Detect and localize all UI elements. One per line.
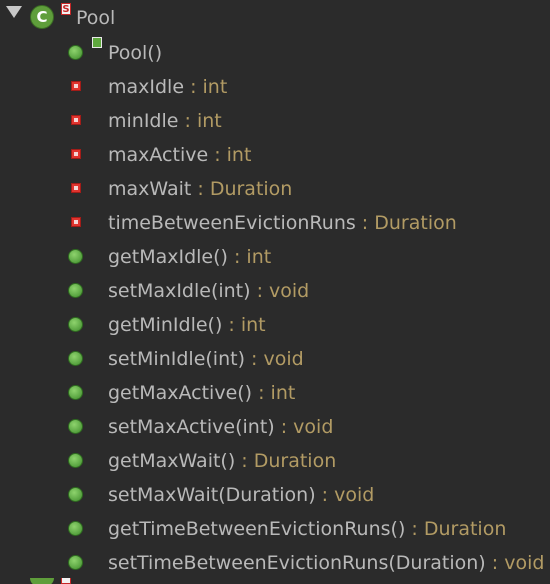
member-label: maxIdle : int	[108, 76, 227, 98]
method-icon	[68, 283, 83, 298]
method-icon	[68, 487, 83, 502]
field-icon	[71, 115, 81, 125]
member-name: Pool()	[108, 42, 163, 64]
member-name: getMaxWait()	[108, 450, 236, 472]
member-row[interactable]: timeBetweenEvictionRuns : Duration	[0, 207, 550, 237]
method-icon	[68, 351, 83, 366]
class-icon: C	[30, 5, 54, 29]
member-row[interactable]: maxWait : Duration	[0, 173, 550, 203]
member-row[interactable]: setMinIdle(int) : void	[0, 343, 550, 373]
member-label: getMaxActive() : int	[108, 382, 295, 404]
member-row[interactable]: getMaxIdle() : int	[0, 241, 550, 271]
member-label: setTimeBetweenEvictionRuns(Duration) : v…	[108, 552, 544, 574]
static-badge-icon-partial	[61, 578, 71, 584]
member-type: : int	[227, 246, 272, 268]
member-row[interactable]: setMaxActive(int) : void	[0, 411, 550, 441]
member-label: setMaxWait(Duration) : void	[108, 484, 374, 506]
class-name: Pool	[76, 7, 116, 29]
member-type: : Duration	[355, 212, 457, 234]
member-label: Pool()	[108, 42, 162, 64]
member-name: setMinIdle(int)	[108, 348, 245, 370]
member-type: : int	[184, 76, 228, 98]
member-row[interactable]: minIdle : int	[0, 105, 550, 135]
member-row[interactable]: getMaxWait() : Duration	[0, 445, 550, 475]
member-name: getMinIdle()	[108, 314, 223, 336]
field-icon	[71, 183, 81, 193]
static-badge-icon: S	[61, 3, 71, 15]
member-label: getMinIdle() : int	[108, 314, 266, 336]
member-type: : void	[244, 348, 304, 370]
class-row-pool[interactable]: C S Pool	[0, 2, 550, 32]
member-name: getMaxActive()	[108, 382, 253, 404]
method-icon	[68, 555, 83, 570]
member-row[interactable]: setMaxWait(Duration) : void	[0, 479, 550, 509]
member-name: setMaxIdle(int)	[108, 280, 251, 302]
member-type: : Duration	[405, 518, 507, 540]
member-label: minIdle : int	[108, 110, 222, 132]
member-type: : void	[315, 484, 375, 506]
member-row[interactable]: maxActive : int	[0, 139, 550, 169]
member-type: : Duration	[235, 450, 337, 472]
member-row[interactable]: getMaxActive() : int	[0, 377, 550, 407]
member-label: maxActive : int	[108, 144, 251, 166]
member-name: setMaxActive(int)	[108, 416, 275, 438]
method-icon	[68, 249, 83, 264]
member-name: maxWait	[108, 178, 192, 200]
member-name: setTimeBetweenEvictionRuns(Duration)	[108, 552, 486, 574]
member-type: : int	[208, 144, 252, 166]
field-icon	[71, 217, 81, 227]
member-type: : Duration	[191, 178, 293, 200]
member-name: maxIdle	[108, 76, 185, 98]
next-class-row-partial[interactable]	[0, 578, 550, 584]
member-label: timeBetweenEvictionRuns : Duration	[108, 212, 457, 234]
member-type: : void	[250, 280, 310, 302]
member-type: : void	[485, 552, 545, 574]
member-label: getMaxWait() : Duration	[108, 450, 336, 472]
outline-tree: C S Pool Pool() maxIdle : int minIdle : in…	[0, 0, 550, 584]
member-type: : int	[222, 314, 266, 336]
member-row[interactable]: maxIdle : int	[0, 71, 550, 101]
member-row[interactable]: setTimeBetweenEvictionRuns(Duration) : v…	[0, 547, 550, 577]
member-name: timeBetweenEvictionRuns	[108, 212, 356, 234]
member-type: : int	[178, 110, 222, 132]
member-label: setMaxIdle(int) : void	[108, 280, 309, 302]
field-icon	[71, 149, 81, 159]
member-name: setMaxWait(Duration)	[108, 484, 316, 506]
method-icon	[68, 317, 83, 332]
member-label: setMaxActive(int) : void	[108, 416, 333, 438]
class-icon-partial	[30, 578, 54, 584]
method-icon	[68, 521, 83, 536]
member-type: : void	[274, 416, 334, 438]
member-name: getTimeBetweenEvictionRuns()	[108, 518, 406, 540]
member-label: setMinIdle(int) : void	[108, 348, 304, 370]
member-name: maxActive	[108, 144, 209, 166]
field-icon	[71, 81, 81, 91]
expand-arrow-icon[interactable]	[6, 6, 22, 18]
member-label: maxWait : Duration	[108, 178, 292, 200]
member-row[interactable]: Pool()	[0, 37, 550, 67]
method-icon	[68, 419, 83, 434]
member-name: minIdle	[108, 110, 179, 132]
method-icon	[68, 385, 83, 400]
member-label: getTimeBetweenEvictionRuns() : Duration	[108, 518, 506, 540]
member-row[interactable]: getTimeBetweenEvictionRuns() : Duration	[0, 513, 550, 543]
member-row[interactable]: setMaxIdle(int) : void	[0, 275, 550, 305]
member-row[interactable]: getMinIdle() : int	[0, 309, 550, 339]
member-type: : int	[252, 382, 296, 404]
constructor-badge-icon	[92, 37, 102, 48]
member-name: getMaxIdle()	[108, 246, 228, 268]
constructor-icon	[68, 45, 83, 60]
method-icon	[68, 453, 83, 468]
member-label: getMaxIdle() : int	[108, 246, 271, 268]
